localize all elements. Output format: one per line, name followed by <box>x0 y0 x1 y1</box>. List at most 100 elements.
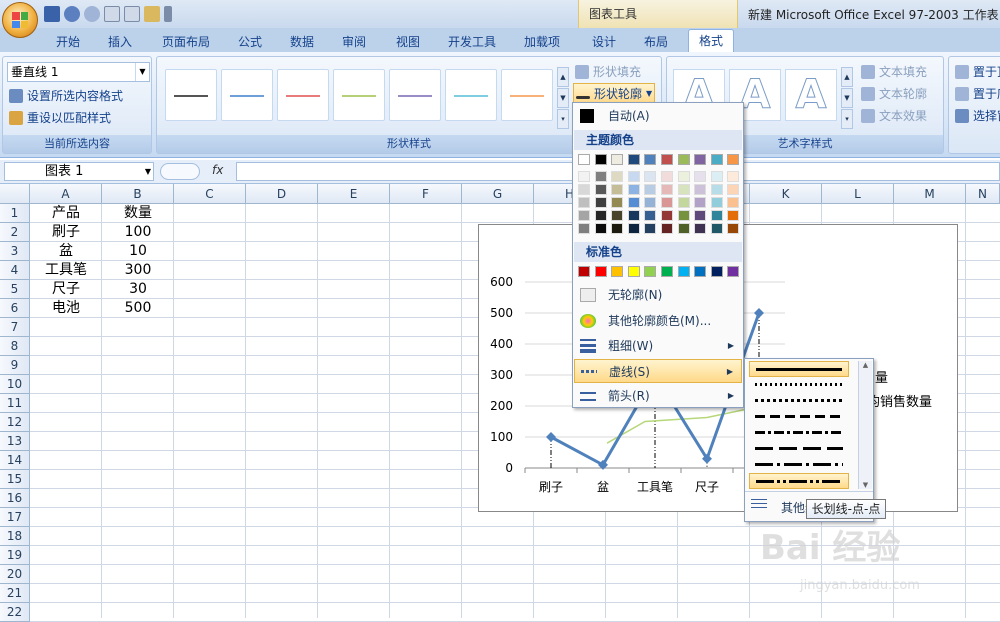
theme-color-swatch[interactable] <box>677 154 690 165</box>
column-header-L[interactable]: L <box>822 184 894 204</box>
header-cell[interactable]: 产品 <box>30 204 102 223</box>
scroll-down-icon[interactable]: ▼ <box>859 481 872 489</box>
column-header-M[interactable]: M <box>894 184 966 204</box>
theme-shade-swatch[interactable] <box>644 210 657 221</box>
row-header-5[interactable]: 5 <box>0 280 30 299</box>
theme-shade-swatch[interactable] <box>677 197 690 208</box>
theme-shade-swatch[interactable] <box>627 210 640 221</box>
row-header-15[interactable]: 15 <box>0 470 30 489</box>
gallery-up-icon[interactable]: ▲ <box>841 67 853 87</box>
standard-color-swatch[interactable] <box>661 266 673 277</box>
data-cell[interactable]: 刷子 <box>30 223 102 242</box>
chevron-down-icon[interactable]: ▼ <box>135 63 149 81</box>
column-header-F[interactable]: F <box>390 184 462 204</box>
standard-color-swatch[interactable] <box>627 266 640 277</box>
dash-style-option[interactable] <box>749 457 849 473</box>
tab-page-layout[interactable]: 页面布局 <box>154 31 218 52</box>
menu-item-automatic[interactable]: 自动(A) <box>574 104 742 128</box>
row-header-6[interactable]: 6 <box>0 299 30 318</box>
menu-item-arrows[interactable]: 箭头(R) ▶ <box>574 384 742 408</box>
theme-shade-swatch[interactable] <box>694 210 707 221</box>
theme-shade-swatch[interactable] <box>594 223 607 234</box>
gallery-down-icon[interactable]: ▼ <box>841 88 853 108</box>
theme-shade-swatch[interactable] <box>727 171 740 182</box>
data-cell[interactable]: 工具笔 <box>30 261 102 280</box>
theme-shade-swatch[interactable] <box>727 223 740 234</box>
undo-icon[interactable] <box>64 6 80 22</box>
row-header-12[interactable]: 12 <box>0 413 30 432</box>
tab-developer[interactable]: 开发工具 <box>440 31 504 52</box>
column-header-A[interactable]: A <box>30 184 102 204</box>
line-style-gallery-item[interactable] <box>501 69 553 121</box>
customize-qat-icon[interactable] <box>164 6 172 22</box>
theme-shade-swatch[interactable] <box>627 197 640 208</box>
theme-shade-swatch[interactable] <box>677 223 690 234</box>
text-outline-button[interactable]: 文本轮廓 <box>861 85 927 102</box>
theme-shade-swatch[interactable] <box>710 197 723 208</box>
data-cell[interactable]: 300 <box>102 261 174 280</box>
theme-shade-swatch[interactable] <box>611 210 624 221</box>
line-style-gallery-item[interactable] <box>389 69 441 121</box>
theme-shade-swatch[interactable] <box>661 197 673 208</box>
line-style-gallery-item[interactable] <box>165 69 217 121</box>
dash-style-option[interactable] <box>749 393 849 409</box>
row-header-7[interactable]: 7 <box>0 318 30 337</box>
chart-elements-combo[interactable]: 垂直线 1 ▼ <box>7 62 150 82</box>
column-header-D[interactable]: D <box>246 184 318 204</box>
tab-review[interactable]: 审阅 <box>334 31 374 52</box>
theme-shade-swatch[interactable] <box>694 197 707 208</box>
tab-insert[interactable]: 插入 <box>100 31 140 52</box>
theme-shade-swatch[interactable] <box>644 197 657 208</box>
theme-shade-swatch[interactable] <box>661 184 673 195</box>
gallery-more-icon[interactable]: ▾ <box>557 109 569 129</box>
theme-shade-swatch[interactable] <box>627 184 640 195</box>
theme-color-swatch[interactable] <box>727 154 740 165</box>
theme-shade-swatch[interactable] <box>694 184 707 195</box>
header-cell[interactable]: 数量 <box>102 204 174 223</box>
office-button[interactable] <box>2 2 38 38</box>
theme-shade-swatch[interactable] <box>710 210 723 221</box>
data-cell[interactable]: 30 <box>102 280 174 299</box>
row-header-4[interactable]: 4 <box>0 261 30 280</box>
column-header-C[interactable]: C <box>174 184 246 204</box>
menu-item-no-outline[interactable]: 无轮廓(N) <box>574 283 742 307</box>
wordart-style-3[interactable]: A <box>785 69 837 121</box>
data-cell[interactable]: 电池 <box>30 299 102 318</box>
theme-shade-swatch[interactable] <box>644 171 657 182</box>
tab-design[interactable]: 设计 <box>584 31 624 52</box>
name-box[interactable]: 图表 1 ▼ <box>4 162 154 181</box>
column-header-N[interactable]: N <box>966 184 1000 204</box>
column-header-E[interactable]: E <box>318 184 390 204</box>
column-header-B[interactable]: B <box>102 184 174 204</box>
scroll-up-icon[interactable]: ▲ <box>859 361 872 369</box>
theme-shade-swatch[interactable] <box>627 171 640 182</box>
theme-shade-swatch[interactable] <box>644 184 657 195</box>
theme-shade-swatch[interactable] <box>594 171 607 182</box>
row-header-2[interactable]: 2 <box>0 223 30 242</box>
row-header-22[interactable]: 22 <box>0 603 30 622</box>
row-header-1[interactable]: 1 <box>0 204 30 223</box>
theme-shade-swatch[interactable] <box>611 184 624 195</box>
theme-shade-swatch[interactable] <box>578 197 590 208</box>
theme-shade-swatch[interactable] <box>611 223 624 234</box>
theme-color-swatch[interactable] <box>661 154 673 165</box>
row-header-16[interactable]: 16 <box>0 489 30 508</box>
tab-layout[interactable]: 布局 <box>636 31 676 52</box>
theme-shade-swatch[interactable] <box>594 184 607 195</box>
theme-color-swatch[interactable] <box>644 154 657 165</box>
row-header-9[interactable]: 9 <box>0 356 30 375</box>
formula-bar-divider-handle[interactable] <box>160 163 200 180</box>
tab-data[interactable]: 数据 <box>282 31 322 52</box>
menu-item-dashes[interactable]: 虚线(S) ▶ <box>574 359 742 383</box>
submenu-scrollbar[interactable]: ▲ ▼ <box>858 361 872 489</box>
row-header-17[interactable]: 17 <box>0 508 30 527</box>
chevron-down-icon[interactable]: ▼ <box>145 163 151 180</box>
data-cell[interactable]: 100 <box>102 223 174 242</box>
standard-color-swatch[interactable] <box>727 266 740 277</box>
gallery-up-icon[interactable]: ▲ <box>557 67 569 87</box>
theme-color-swatch[interactable] <box>594 154 607 165</box>
theme-color-swatch[interactable] <box>627 154 640 165</box>
tab-view[interactable]: 视图 <box>388 31 428 52</box>
select-all-corner[interactable] <box>0 184 30 204</box>
text-fill-button[interactable]: 文本填充 <box>861 63 927 80</box>
